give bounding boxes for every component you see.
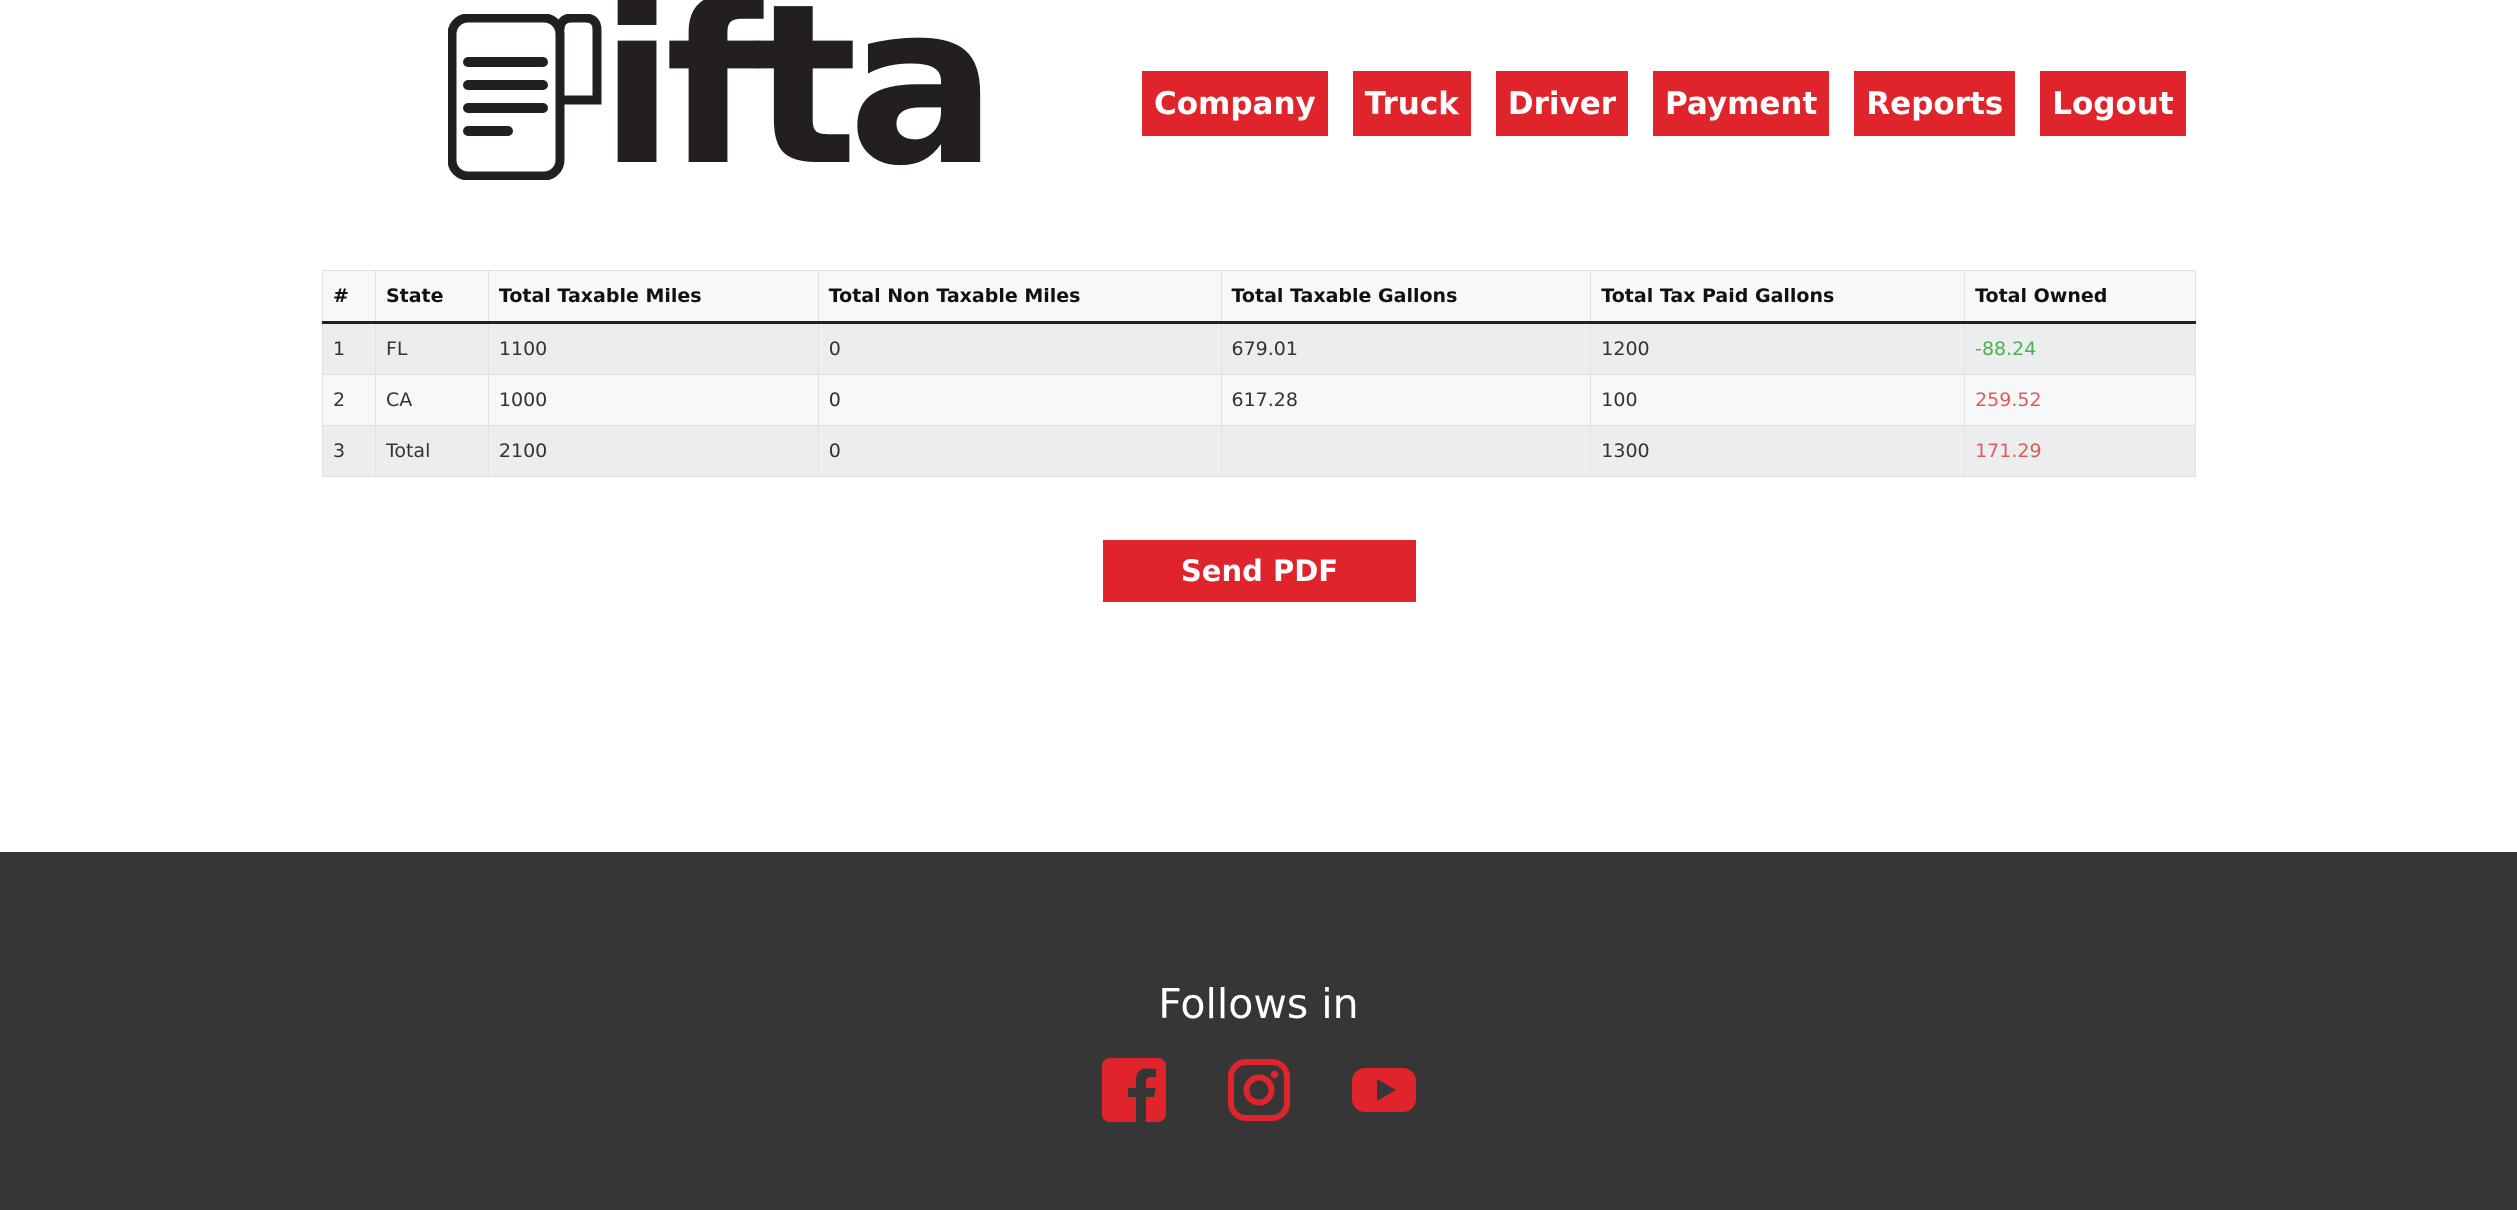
ifta-logo[interactable]: ifta	[448, 0, 998, 197]
main-nav: Company Truck Driver Payment Reports Log…	[1142, 71, 2186, 136]
cell-taxable-miles: 2100	[487, 425, 819, 477]
column-header-non-taxable-miles: Total Non Taxable Miles	[817, 270, 1222, 324]
table-row: 2 CA 1000 0 617.28 100 259.52	[322, 374, 2196, 426]
logo-wordmark: ifta	[599, 0, 998, 215]
cell-index: 2	[322, 374, 376, 426]
nav-payment-button[interactable]: Payment	[1653, 71, 1830, 136]
cell-taxable-gallons: 617.28	[1220, 374, 1592, 426]
nav-driver-button[interactable]: Driver	[1495, 71, 1629, 136]
cell-non-taxable-miles: 0	[817, 425, 1222, 477]
cell-non-taxable-miles: 0	[817, 322, 1222, 375]
send-pdf-button[interactable]: Send PDF	[1103, 540, 1416, 602]
cell-state: Total	[374, 425, 489, 477]
column-header-taxable-miles: Total Taxable Miles	[487, 270, 819, 324]
nav-company-button[interactable]: Company	[1142, 71, 1328, 136]
footer: Follows in	[0, 852, 2517, 1210]
cell-index: 3	[322, 425, 376, 477]
cell-total-owned: 171.29	[1964, 425, 2196, 477]
cell-taxable-gallons	[1220, 425, 1592, 477]
document-logo-icon	[448, 14, 602, 180]
cell-tax-paid-gallons: 1200	[1590, 322, 1966, 375]
column-header-total-owned: Total Owned	[1964, 270, 2196, 324]
table-row-total: 3 Total 2100 0 1300 171.29	[322, 425, 2196, 477]
column-header-index: #	[322, 270, 376, 324]
cell-non-taxable-miles: 0	[817, 374, 1222, 426]
cell-state: CA	[374, 374, 489, 426]
ifta-report-table: # State Total Taxable Miles Total Non Ta…	[322, 270, 2196, 477]
cell-taxable-miles: 1000	[487, 374, 819, 426]
column-header-tax-paid-gallons: Total Tax Paid Gallons	[1590, 270, 1966, 324]
cell-total-owned: -88.24	[1964, 322, 2196, 375]
cell-tax-paid-gallons: 100	[1590, 374, 1966, 426]
instagram-icon[interactable]	[1227, 1058, 1291, 1122]
column-header-taxable-gallons: Total Taxable Gallons	[1220, 270, 1592, 324]
cell-taxable-gallons: 679.01	[1220, 322, 1592, 375]
facebook-icon[interactable]	[1102, 1058, 1166, 1122]
column-header-state: State	[374, 270, 489, 324]
cell-total-owned: 259.52	[1964, 374, 2196, 426]
cell-state: FL	[374, 322, 489, 375]
table-header-row: # State Total Taxable Miles Total Non Ta…	[322, 270, 2196, 324]
cell-taxable-miles: 1100	[487, 322, 819, 375]
cell-index: 1	[322, 322, 376, 375]
follow-title: Follows in	[1158, 980, 1359, 1028]
nav-truck-button[interactable]: Truck	[1352, 71, 1471, 136]
nav-reports-button[interactable]: Reports	[1854, 71, 2016, 136]
table-row: 1 FL 1100 0 679.01 1200 -88.24	[322, 322, 2196, 375]
cell-tax-paid-gallons: 1300	[1590, 425, 1966, 477]
nav-logout-button[interactable]: Logout	[2040, 71, 2186, 136]
youtube-icon[interactable]	[1352, 1058, 1416, 1122]
social-links	[1102, 1058, 1416, 1122]
